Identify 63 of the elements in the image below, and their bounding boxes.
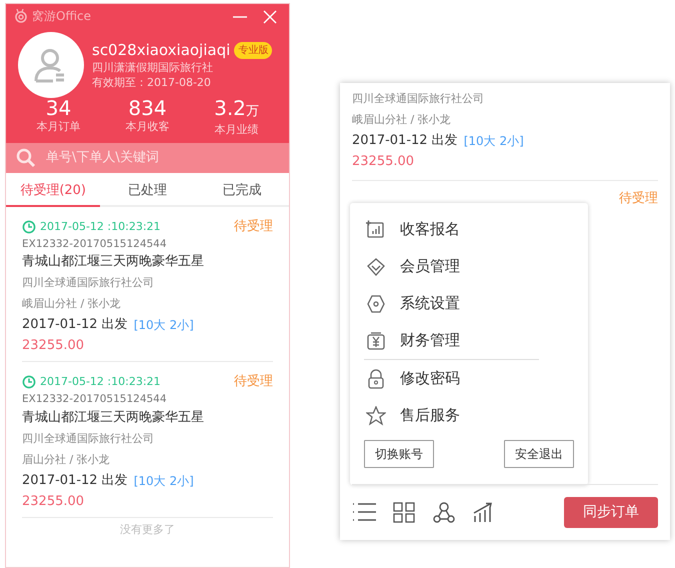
- branch-contact: 眉山分社 / 张小龙: [22, 452, 111, 468]
- menu-button[interactable]: 切换账号: [364, 440, 434, 468]
- order-number: EX12332-20170515124544: [22, 392, 168, 407]
- lock-icon: [366, 368, 386, 388]
- departure-date: 2017-01-12 出发: [22, 472, 128, 490]
- order-status: 待受理: [619, 190, 658, 208]
- stat-label: 本月业绩: [214, 122, 260, 138]
- grid-button[interactable]: [392, 500, 416, 525]
- gear-icon: [366, 294, 386, 314]
- close-icon: [263, 10, 277, 24]
- passenger-count: [10大 2小]: [134, 472, 194, 490]
- clock-icon: [22, 220, 36, 234]
- order-price: 23255.00: [352, 153, 416, 171]
- menu-button[interactable]: 安全退出: [504, 440, 574, 468]
- menu-item[interactable]: 修改密码: [364, 360, 574, 397]
- passenger-count: [10大 2小]: [464, 133, 524, 150]
- menu-item[interactable]: 收客报名: [364, 211, 574, 248]
- sync-orders-button[interactable]: 同步订单: [564, 497, 658, 528]
- menu-item[interactable]: 财务管理: [364, 322, 574, 359]
- company-name: 四川潇潇假期国际旅行社: [92, 60, 214, 75]
- tour-title: 青城山都江堰三天两晚豪华五星: [22, 408, 205, 426]
- yen-icon: [366, 330, 386, 350]
- minimize-icon: [233, 16, 247, 18]
- user-name: sc028xiaoxiaojiaqi: [92, 40, 230, 60]
- menu-item[interactable]: 会员管理: [364, 248, 574, 285]
- stat-value: 834: [127, 98, 168, 119]
- clock-icon: [22, 375, 36, 389]
- order-time: 2017-05-12 :10:23:21: [40, 374, 161, 390]
- search-input[interactable]: 单号\下单人\关键词: [44, 146, 264, 168]
- order-price: 23255.00: [22, 337, 86, 356]
- departure-date: 2017-01-12 出发: [352, 132, 458, 150]
- order-status: 待受理: [234, 218, 273, 236]
- edition-badge: 专业版: [234, 42, 272, 58]
- stat-label: 本月收客: [124, 119, 170, 135]
- chart-icon: [366, 220, 386, 240]
- snail-logo-icon: [14, 9, 28, 23]
- agency-name: 四川全球通国际旅行社公司: [22, 275, 155, 292]
- menu-item[interactable]: 系统设置: [364, 285, 574, 322]
- order-time: 2017-05-12 :10:23:21: [40, 218, 161, 234]
- branch-contact: 峨眉山分社 / 张小龙: [22, 296, 122, 312]
- order-price: 23255.00: [22, 492, 86, 510]
- diamond-icon: [366, 256, 386, 276]
- agency-name: 四川全球通国际旅行社公司: [22, 430, 155, 446]
- tour-title: 青城山都江堰三天两晚豪华五星: [22, 253, 205, 272]
- share-nodes-button[interactable]: [432, 500, 456, 525]
- stat-value: 3.2万: [213, 98, 260, 122]
- menu-item[interactable]: 售后服务: [364, 397, 574, 434]
- passenger-count: [10大 2小]: [134, 317, 194, 334]
- agency-name: 四川全球通国际旅行社公司: [352, 91, 485, 107]
- no-more-text: 没有更多了: [119, 522, 176, 538]
- share-nodes-icon: [432, 500, 456, 525]
- departure-date: 2017-01-12 出发: [22, 316, 128, 334]
- stat-value: 34: [44, 98, 72, 119]
- app-title: 窝游Office: [32, 8, 92, 25]
- search-field[interactable]: 单号\下单人\关键词: [6, 142, 289, 172]
- search-icon: [16, 148, 36, 168]
- order-number: EX12332-20170515124544: [22, 236, 168, 252]
- branch-contact: 峨眉山分社 / 张小龙: [352, 112, 452, 128]
- stat-label: 本月订单: [36, 119, 82, 135]
- order-status: 待受理: [234, 373, 273, 392]
- expiry-date: 有效期至：2017-08-20: [92, 75, 212, 90]
- grid-icon: [392, 500, 416, 525]
- star-icon: [366, 406, 386, 426]
